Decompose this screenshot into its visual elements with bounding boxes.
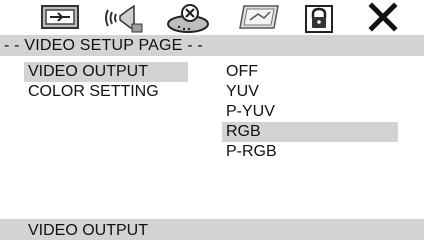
page-title: - - VIDEO SETUP PAGE - -	[4, 37, 203, 54]
option-off[interactable]: OFF	[222, 62, 398, 82]
option-p-rgb[interactable]: P-RGB	[222, 142, 398, 162]
exit-icon[interactable]	[366, 2, 400, 37]
video-setup-icon[interactable]	[238, 2, 282, 37]
audio-setup-icon[interactable]	[104, 2, 144, 39]
option-label: OFF	[226, 63, 258, 80]
menu-item-video-output[interactable]: VIDEO OUTPUT	[24, 62, 188, 82]
option-label: P-YUV	[226, 103, 275, 120]
option-rgb[interactable]: RGB	[222, 122, 398, 142]
page-title-bar: - - VIDEO SETUP PAGE - -	[0, 35, 424, 56]
setup-content: VIDEO OUTPUT COLOR SETTING OFF YUV P-YUV…	[0, 56, 424, 219]
general-setup-icon[interactable]	[40, 2, 84, 37]
menu-item-color-setting[interactable]: COLOR SETTING	[24, 82, 188, 102]
option-label: P-RGB	[226, 143, 277, 160]
status-text: VIDEO OUTPUT	[28, 222, 149, 239]
option-label: YUV	[226, 83, 259, 100]
menu-item-label: VIDEO OUTPUT	[28, 63, 149, 80]
option-label: RGB	[226, 123, 261, 140]
menu-item-label: COLOR SETTING	[28, 83, 159, 100]
dolby-setup-icon[interactable]	[166, 2, 210, 39]
setup-toolbar	[0, 0, 424, 36]
option-p-yuv[interactable]: P-YUV	[222, 102, 398, 122]
option-yuv[interactable]: YUV	[222, 82, 398, 102]
preference-lock-icon[interactable]	[302, 2, 336, 39]
status-bar: VIDEO OUTPUT	[0, 219, 424, 240]
